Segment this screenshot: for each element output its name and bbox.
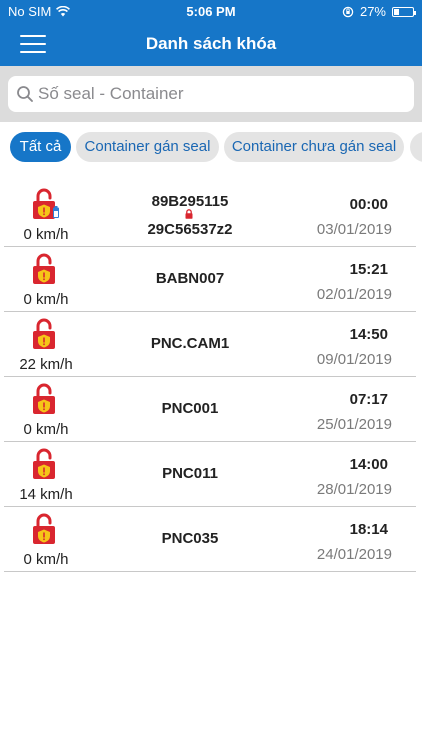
search-input[interactable] (38, 76, 408, 112)
seal-code: BABN007 (155, 270, 225, 287)
container-code: 29C56537z2 (147, 221, 233, 238)
seal-code: 89B295115 (151, 193, 229, 210)
date-label: 09/01/2019 (316, 351, 392, 368)
speed-label: 14 km/h (19, 486, 73, 503)
speed-label: 0 km/h (23, 551, 69, 568)
seal-code: PNC035 (161, 530, 219, 547)
date-label: 03/01/2019 (316, 221, 392, 238)
tab-container-unassigned[interactable]: Container chưa gán seal (224, 132, 404, 162)
date-label: 24/01/2019 (316, 546, 392, 563)
date-label: 02/01/2019 (316, 286, 392, 303)
speed-label: 22 km/h (19, 356, 73, 373)
list-item[interactable]: 14 km/h PNC011 14:00 28/01/2019 (0, 442, 422, 507)
time-label: 15:21 (349, 261, 388, 278)
time-label: 07:17 (349, 391, 388, 408)
orientation-lock-icon (342, 6, 354, 17)
status-right: 27% (342, 4, 416, 19)
container-lock-icon (185, 209, 193, 219)
status-bar: No SIM 5:06 PM 27% (0, 0, 422, 22)
list-item[interactable]: 0 km/h 89B295115 29C56537z2 00:00 03/01/… (0, 182, 422, 247)
date-label: 25/01/2019 (316, 416, 392, 433)
search-bar (0, 66, 422, 122)
battery-percent: 27% (359, 4, 386, 19)
speed-label: 0 km/h (23, 421, 69, 438)
time-label: 14:00 (349, 456, 388, 473)
seal-code: PNC.CAM1 (150, 335, 230, 352)
list-item[interactable]: 0 km/h BABN007 15:21 02/01/2019 (0, 247, 422, 312)
seal-code: PNC001 (161, 400, 219, 417)
tab-all[interactable]: Tất cả (10, 132, 71, 162)
time-label: 14:50 (349, 326, 388, 343)
unlocked-padlock-icon (33, 318, 55, 349)
date-label: 28/01/2019 (316, 481, 392, 498)
speed-label: 0 km/h (23, 226, 69, 243)
speed-label: 0 km/h (23, 291, 69, 308)
tab-container-assigned[interactable]: Container gán seal (76, 132, 219, 162)
list-item[interactable]: 22 km/h PNC.CAM1 14:50 09/01/2019 (0, 312, 422, 377)
divider (4, 571, 416, 572)
search-box[interactable] (8, 76, 414, 112)
seal-code: PNC011 (162, 465, 218, 482)
battery-level-icon (53, 206, 59, 218)
list-item[interactable]: 0 km/h PNC001 07:17 25/01/2019 (0, 377, 422, 442)
search-icon (17, 86, 33, 102)
battery-icon (392, 6, 416, 17)
unlocked-padlock-icon (33, 513, 55, 544)
unlocked-padlock-icon (33, 448, 55, 479)
unlocked-padlock-icon (33, 253, 55, 284)
list-item[interactable]: 0 km/h PNC035 18:14 24/01/2019 (0, 507, 422, 572)
nav-bar: Danh sách khóa (0, 22, 422, 66)
page-title: Danh sách khóa (145, 34, 277, 53)
time-label: 18:14 (349, 521, 388, 538)
filter-tabs: Tất cả Container gán seal Container chưa… (0, 122, 422, 174)
tab-more[interactable] (410, 132, 422, 162)
unlocked-padlock-icon (33, 383, 55, 414)
time-label: 00:00 (349, 196, 388, 213)
